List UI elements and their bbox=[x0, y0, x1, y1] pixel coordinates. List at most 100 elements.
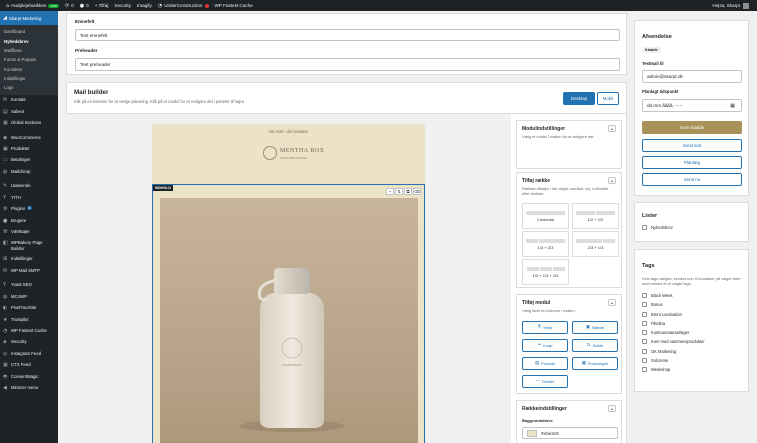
comments-link[interactable]: ● 0 bbox=[80, 3, 89, 9]
module-knap-button[interactable]: ⚭ Knap bbox=[522, 339, 568, 352]
sidebar-item-pixelyoursite[interactable]: ◐ PixelYourSite bbox=[0, 303, 58, 314]
checkbox[interactable] bbox=[642, 302, 647, 308]
add-icon[interactable]: + bbox=[386, 188, 394, 195]
sidebar-item-minimer-menu[interactable]: ◀ Minimer menu bbox=[0, 383, 58, 394]
checkbox[interactable] bbox=[642, 358, 647, 364]
sidebar-item-security[interactable]: ◈ Security bbox=[0, 337, 58, 348]
tag-checkbox-row[interactable]: Black Week bbox=[642, 293, 705, 298]
content-column[interactable]: INDHOLD + ⇅ ⧉ ⌫ bbox=[152, 184, 425, 443]
submenu-indstillinger[interactable]: Indstillinger bbox=[0, 74, 58, 83]
sidebar-item-consentmagic[interactable]: ◓ ConsentMagic bbox=[0, 371, 58, 382]
save-draft-button[interactable]: Gem Kladde bbox=[642, 121, 742, 134]
sidebar-item-mc4wp[interactable]: ◍ MC4WP bbox=[0, 291, 58, 302]
move-icon[interactable]: ⇅ bbox=[395, 188, 403, 195]
sidebar-item-kontakt[interactable]: ✉ Kontakt bbox=[0, 95, 58, 106]
new-link[interactable]: + Tilføj bbox=[95, 3, 109, 8]
duplicate-icon[interactable]: ⧉ bbox=[404, 188, 412, 195]
module-tekst-button[interactable]: ¶ Tekst bbox=[522, 321, 568, 334]
sidebar-item-label: Værktøjer bbox=[11, 229, 30, 235]
sidebar-item-betalinger[interactable]: ▭ Betalinger bbox=[0, 155, 58, 166]
layout-1-col[interactable]: 1 kolonne bbox=[522, 203, 569, 229]
planned-time-input[interactable]: dd.mm.åååå, --.-- ▦ bbox=[642, 99, 742, 112]
tag-checkbox-row[interactable]: Weekshop bbox=[642, 367, 705, 373]
sidebar-item-woocommerce[interactable]: ◉ WooCommerce bbox=[0, 132, 58, 143]
module-some-button[interactable]: ⇆ SoMe bbox=[572, 339, 618, 352]
sidebar-item-skarpt-marketing[interactable]: ◢ Skarpt Marketing bbox=[0, 11, 58, 25]
checkbox[interactable] bbox=[642, 320, 647, 326]
layout-twothirds-third[interactable]: 2/3 + 1/3 bbox=[572, 231, 619, 257]
view-in-browser-link[interactable]: Vis mail i din browser bbox=[152, 129, 425, 134]
submenu-dashboard[interactable]: Dashboard bbox=[0, 27, 58, 36]
checkbox[interactable] bbox=[642, 339, 647, 345]
submenu-logs[interactable]: Logs bbox=[0, 83, 58, 92]
bg-color-input[interactable]: #ebe2c8 bbox=[522, 427, 618, 439]
collapse-toggle-icon[interactable]: ▴ bbox=[608, 177, 616, 184]
tag-checkbox-row[interactable]: Kom med sammensprodukter bbox=[642, 339, 705, 345]
sidebar-item-yoast-seo[interactable]: Y Yoast SEO bbox=[0, 280, 58, 291]
mobile-button[interactable]: Mobil bbox=[597, 92, 619, 105]
sidebar-item-wpbakery-page-builder[interactable]: ◧ WPBakery Page Builder bbox=[0, 238, 58, 254]
sidebar-item-udseende[interactable]: ✎ Udseende bbox=[0, 181, 58, 192]
tag-checkbox-row[interactable]: OK Marketing bbox=[642, 348, 705, 354]
tag-checkbox-row[interactable]: Bonus bbox=[642, 302, 705, 308]
tag-checkbox-row[interactable]: Kontourenaesarlager bbox=[642, 330, 705, 336]
sidebar-item-mailchimp[interactable]: ◍ Mailchimp bbox=[0, 166, 58, 177]
adminbar-underconstruction[interactable]: ◔ UnderConstruction bbox=[158, 3, 209, 9]
submenu-kontakter[interactable]: Kontakter bbox=[0, 65, 58, 74]
collapse-toggle-icon[interactable]: ▴ bbox=[608, 125, 616, 132]
checkbox[interactable] bbox=[642, 367, 647, 373]
sidebar-item-brugere[interactable]: ● Brugere bbox=[0, 215, 58, 226]
tag-checkbox-row[interactable]: Solcreme bbox=[642, 358, 705, 364]
construction-icon: ◔ bbox=[157, 2, 163, 9]
checkbox[interactable] bbox=[642, 293, 647, 298]
module-produktgrid-button[interactable]: ▦ Produktgrid bbox=[572, 357, 618, 370]
layout-half-half[interactable]: 1/2 + 1/2 bbox=[572, 203, 619, 229]
submenu-forms[interactable]: Forms & Popups bbox=[0, 55, 58, 64]
sidebar-item-wp-mail-smtp[interactable]: ✉ WP Mail SMTP bbox=[0, 265, 58, 276]
module-label: Knap bbox=[543, 343, 553, 348]
sidebar-item-global-sections[interactable]: ▦ Global Sections bbox=[0, 118, 58, 129]
schedule-button[interactable]: Planlæg bbox=[642, 156, 742, 169]
updates-link[interactable]: ⟳ 0 bbox=[65, 3, 74, 9]
checkbox[interactable] bbox=[642, 348, 647, 354]
collapse-toggle-icon[interactable]: ▴ bbox=[608, 405, 616, 412]
adminbar-security[interactable]: Security bbox=[114, 3, 131, 8]
tag-checkbox-row[interactable]: Filtelina bbox=[642, 320, 705, 326]
subject-input[interactable]: Test emnefelt bbox=[75, 29, 620, 41]
layout-three-thirds[interactable]: 1/3 + 1/3 + 1/3 bbox=[522, 259, 569, 285]
sidebar-item-wp-fastest-cache[interactable]: ◔ WP Fastest Cache bbox=[0, 325, 58, 336]
site-link[interactable]: ⌂ Hudplejebutikken Live bbox=[6, 3, 60, 9]
sidebar-item-ctx-feed[interactable]: ▦ CTX Feed bbox=[0, 360, 58, 371]
sidebar-item-yith[interactable]: Y YITH bbox=[0, 192, 58, 203]
desktop-button[interactable]: Desktop bbox=[563, 92, 595, 105]
module-produkt-button[interactable]: ▤ Produkt bbox=[522, 357, 568, 370]
adminbar-cache[interactable]: WP Fastest Cache bbox=[215, 3, 253, 8]
product-image[interactable] bbox=[160, 198, 418, 443]
checkbox[interactable] bbox=[642, 311, 647, 317]
sidebar-item-plugins[interactable]: ⚙ Plugins 1 bbox=[0, 204, 58, 215]
sidebar-item-trustpilot[interactable]: ★ Trustpilot bbox=[0, 314, 58, 325]
checkbox[interactable] bbox=[642, 330, 647, 336]
send-test-button[interactable]: Send test bbox=[642, 139, 742, 152]
submenu-mailflows[interactable]: Mailflows bbox=[0, 46, 58, 55]
send-now-button[interactable]: Send nu bbox=[642, 173, 742, 186]
list-checkbox[interactable]: Nyhedsbrev bbox=[642, 225, 673, 230]
submenu-nyhedsbrev[interactable]: Nyhedsbrev bbox=[0, 36, 58, 45]
sidebar-item-instagram-feed[interactable]: ◎ Instagram Feed bbox=[0, 348, 58, 359]
preheader-input[interactable]: Test preheader bbox=[75, 58, 620, 71]
adminbar-imagify[interactable]: Imagify bbox=[137, 3, 152, 8]
layout-third-twothirds[interactable]: 1/3 + 2/3 bbox=[522, 231, 569, 257]
sidebar-item-v-rkt-jer[interactable]: ⚒ Værktøjer bbox=[0, 226, 58, 237]
module-billede-button[interactable]: ▣ Billede bbox=[572, 321, 618, 334]
sidebar-item-indstillinger[interactable]: ⊞ Indstillinger bbox=[0, 254, 58, 265]
sidebar-item-salient[interactable]: ▤ Salient bbox=[0, 106, 58, 117]
tag-checkbox-row[interactable]: Brent Lamination bbox=[642, 311, 705, 317]
test-mail-input[interactable]: admin@skarpt.dk bbox=[642, 70, 742, 83]
delete-icon[interactable]: ⌫ bbox=[413, 188, 421, 195]
checkbox[interactable] bbox=[642, 225, 647, 230]
sidebar-item-produkter[interactable]: ▣ Produkter bbox=[0, 143, 58, 154]
module-divider-button[interactable]: — Divider bbox=[522, 375, 568, 388]
collapse-toggle-icon[interactable]: ▴ bbox=[608, 299, 616, 306]
account-menu[interactable]: Hejsa, Skarpt bbox=[712, 2, 749, 9]
share-icon: ⇆ bbox=[586, 343, 591, 348]
